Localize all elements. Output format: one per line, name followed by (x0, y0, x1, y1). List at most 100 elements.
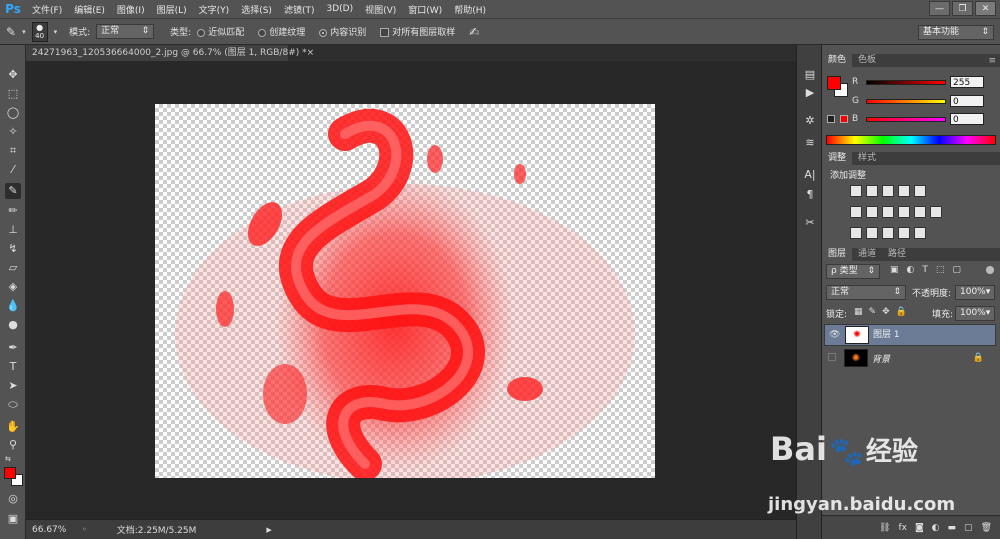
play-actions-icon[interactable]: ▶ (801, 85, 819, 101)
quick-mask-icon[interactable]: ◎ (5, 491, 21, 507)
workspace-select[interactable]: 基本功能 ⇕ (918, 25, 994, 40)
posterize-icon[interactable] (866, 227, 878, 239)
lasso-tool-icon[interactable]: ◯ (5, 105, 21, 121)
marquee-tool-icon[interactable]: ⬚ (5, 86, 21, 102)
tab-layers[interactable]: 图层 (822, 248, 853, 261)
color-lookup-icon[interactable] (930, 206, 942, 218)
invert-icon[interactable] (850, 227, 862, 239)
text-tool-icon[interactable]: T (5, 359, 21, 375)
close-button[interactable]: ✕ (975, 1, 996, 16)
fill-input[interactable]: 100% ▾ (955, 306, 995, 321)
new-group-icon[interactable]: ▬ (948, 523, 957, 533)
menu-3d[interactable]: 3D(D) (320, 4, 359, 14)
restore-button[interactable]: ❐ (952, 1, 973, 16)
spot-healing-brush-icon[interactable]: ✎ (6, 25, 16, 39)
brush-tool-icon[interactable]: ✏ (5, 203, 21, 219)
menu-view[interactable]: 视图(V) (359, 3, 402, 16)
zoom-level[interactable]: 66.67% (32, 525, 72, 535)
trash-icon[interactable]: 🗑 (981, 523, 992, 533)
gamut-swatch[interactable] (840, 115, 848, 123)
red-slider[interactable] (866, 79, 946, 85)
black-white-icon[interactable] (882, 206, 894, 218)
adjustment-filter-icon[interactable]: ◐ (907, 265, 915, 275)
color-balance-icon[interactable] (866, 206, 878, 218)
red-value[interactable]: 255 (950, 76, 984, 88)
crop-tool-icon[interactable]: ⌗ (5, 143, 21, 159)
document-tab[interactable]: 24271963_120536664000_2.jpg @ 66.7% (图层 … (26, 45, 314, 61)
foreground-color-swatch[interactable] (4, 467, 16, 479)
hue-saturation-icon[interactable] (850, 206, 862, 218)
clone-source-icon[interactable]: ≋ (801, 135, 819, 151)
clone-stamp-tool-icon[interactable]: ⊥ (5, 222, 21, 238)
tab-channels[interactable]: 通道 (852, 248, 882, 261)
lock-all-icon[interactable]: 🔒 (896, 307, 907, 317)
menu-layer[interactable]: 图层(L) (151, 3, 193, 16)
history-panel-icon[interactable]: ▤ (801, 67, 819, 83)
eye-icon[interactable]: 👁 (829, 329, 841, 342)
radio-content-aware[interactable]: 内容识别 (319, 25, 366, 38)
filter-toggle-icon[interactable] (986, 266, 994, 274)
dodge-tool-icon[interactable]: ● (5, 317, 21, 333)
document-canvas[interactable] (155, 104, 655, 478)
link-layers-icon[interactable]: ⛓ (879, 523, 890, 533)
quick-select-tool-icon[interactable]: ✧ (5, 124, 21, 140)
menu-select[interactable]: 选择(S) (235, 3, 278, 16)
paragraph-panel-icon[interactable]: ¶ (801, 187, 819, 203)
lock-image-icon[interactable]: ✎ (869, 307, 877, 317)
radio-create-texture[interactable]: 创建纹理 (258, 25, 305, 38)
character-panel-icon[interactable]: A| (801, 167, 819, 183)
menu-window[interactable]: 窗口(W) (402, 3, 448, 16)
radio-proximity-match[interactable]: 近似匹配 (197, 25, 244, 38)
status-menu-arrow-icon[interactable]: ▶ (266, 526, 271, 534)
tool-presets-icon[interactable]: ✂ (801, 215, 819, 231)
type-filter-icon[interactable]: T (922, 265, 928, 275)
swap-colors-icon[interactable]: ⇆ (5, 455, 11, 463)
opacity-input[interactable]: 100% ▾ (955, 285, 995, 300)
path-select-tool-icon[interactable]: ➤ (5, 378, 21, 394)
eyedropper-tool-icon[interactable]: ⁄ (5, 162, 21, 178)
blue-slider[interactable] (866, 116, 946, 122)
gradient-map-icon[interactable] (914, 227, 926, 239)
screen-mode-icon[interactable]: ▣ (5, 511, 21, 527)
new-adjustment-icon[interactable]: ◐ (932, 523, 940, 533)
menu-edit[interactable]: 编辑(E) (68, 3, 111, 16)
blend-mode-select[interactable]: 正常 ⇕ (826, 285, 906, 300)
close-tab-icon[interactable]: × (307, 45, 315, 61)
pressure-size-icon[interactable]: ✍ (469, 25, 479, 39)
tab-paths[interactable]: 路径 (882, 248, 912, 261)
sample-all-layers-checkbox[interactable]: 对所有图层取样 (380, 25, 455, 38)
eraser-tool-icon[interactable]: ▱ (5, 260, 21, 276)
layer-filter-select[interactable]: ρ 类型 ⇕ (826, 264, 880, 279)
blur-tool-icon[interactable]: 💧 (5, 298, 21, 314)
curves-icon[interactable] (882, 185, 894, 197)
shape-filter-icon[interactable]: ⬚ (936, 265, 945, 275)
blue-value[interactable]: 0 (950, 113, 984, 125)
panel-menu-icon[interactable]: ≡ (988, 56, 996, 66)
mode-select[interactable]: 正常 ⇕ (96, 24, 155, 39)
lock-position-icon[interactable]: ✥ (882, 307, 890, 317)
lock-transparent-icon[interactable]: ▦ (854, 307, 863, 317)
channel-mixer-icon[interactable] (914, 206, 926, 218)
layer-style-icon[interactable]: fx (898, 523, 907, 533)
layer-row[interactable]: ✺ 背景 🔒 (824, 347, 996, 369)
tab-adjustments[interactable]: 调整 (822, 152, 853, 165)
warning-icon[interactable] (827, 115, 835, 123)
layer-name[interactable]: 背景 (872, 352, 969, 365)
layer-name[interactable]: 图层 1 (873, 329, 991, 342)
brightness-contrast-icon[interactable] (850, 185, 862, 197)
dropdown-arrow-icon[interactable]: ▾ (22, 28, 26, 36)
spot-healing-tool-icon[interactable]: ✎ (5, 183, 21, 199)
threshold-icon[interactable] (882, 227, 894, 239)
smart-object-filter-icon[interactable]: ▢ (952, 265, 961, 275)
menu-file[interactable]: 文件(F) (26, 3, 68, 16)
vibrance-icon[interactable] (914, 185, 926, 197)
new-layer-icon[interactable]: ▢ (964, 523, 973, 533)
minimize-button[interactable]: — (929, 1, 950, 16)
shape-tool-icon[interactable]: ⬭ (5, 397, 21, 413)
paint-bucket-tool-icon[interactable]: ◈ (5, 279, 21, 295)
add-mask-icon[interactable]: ◙ (915, 523, 924, 533)
history-brush-tool-icon[interactable]: ↯ (5, 241, 21, 257)
move-tool-icon[interactable]: ✥ (5, 67, 21, 83)
color-spectrum-ramp[interactable] (826, 135, 996, 145)
hand-tool-icon[interactable]: ✋ (5, 419, 21, 435)
